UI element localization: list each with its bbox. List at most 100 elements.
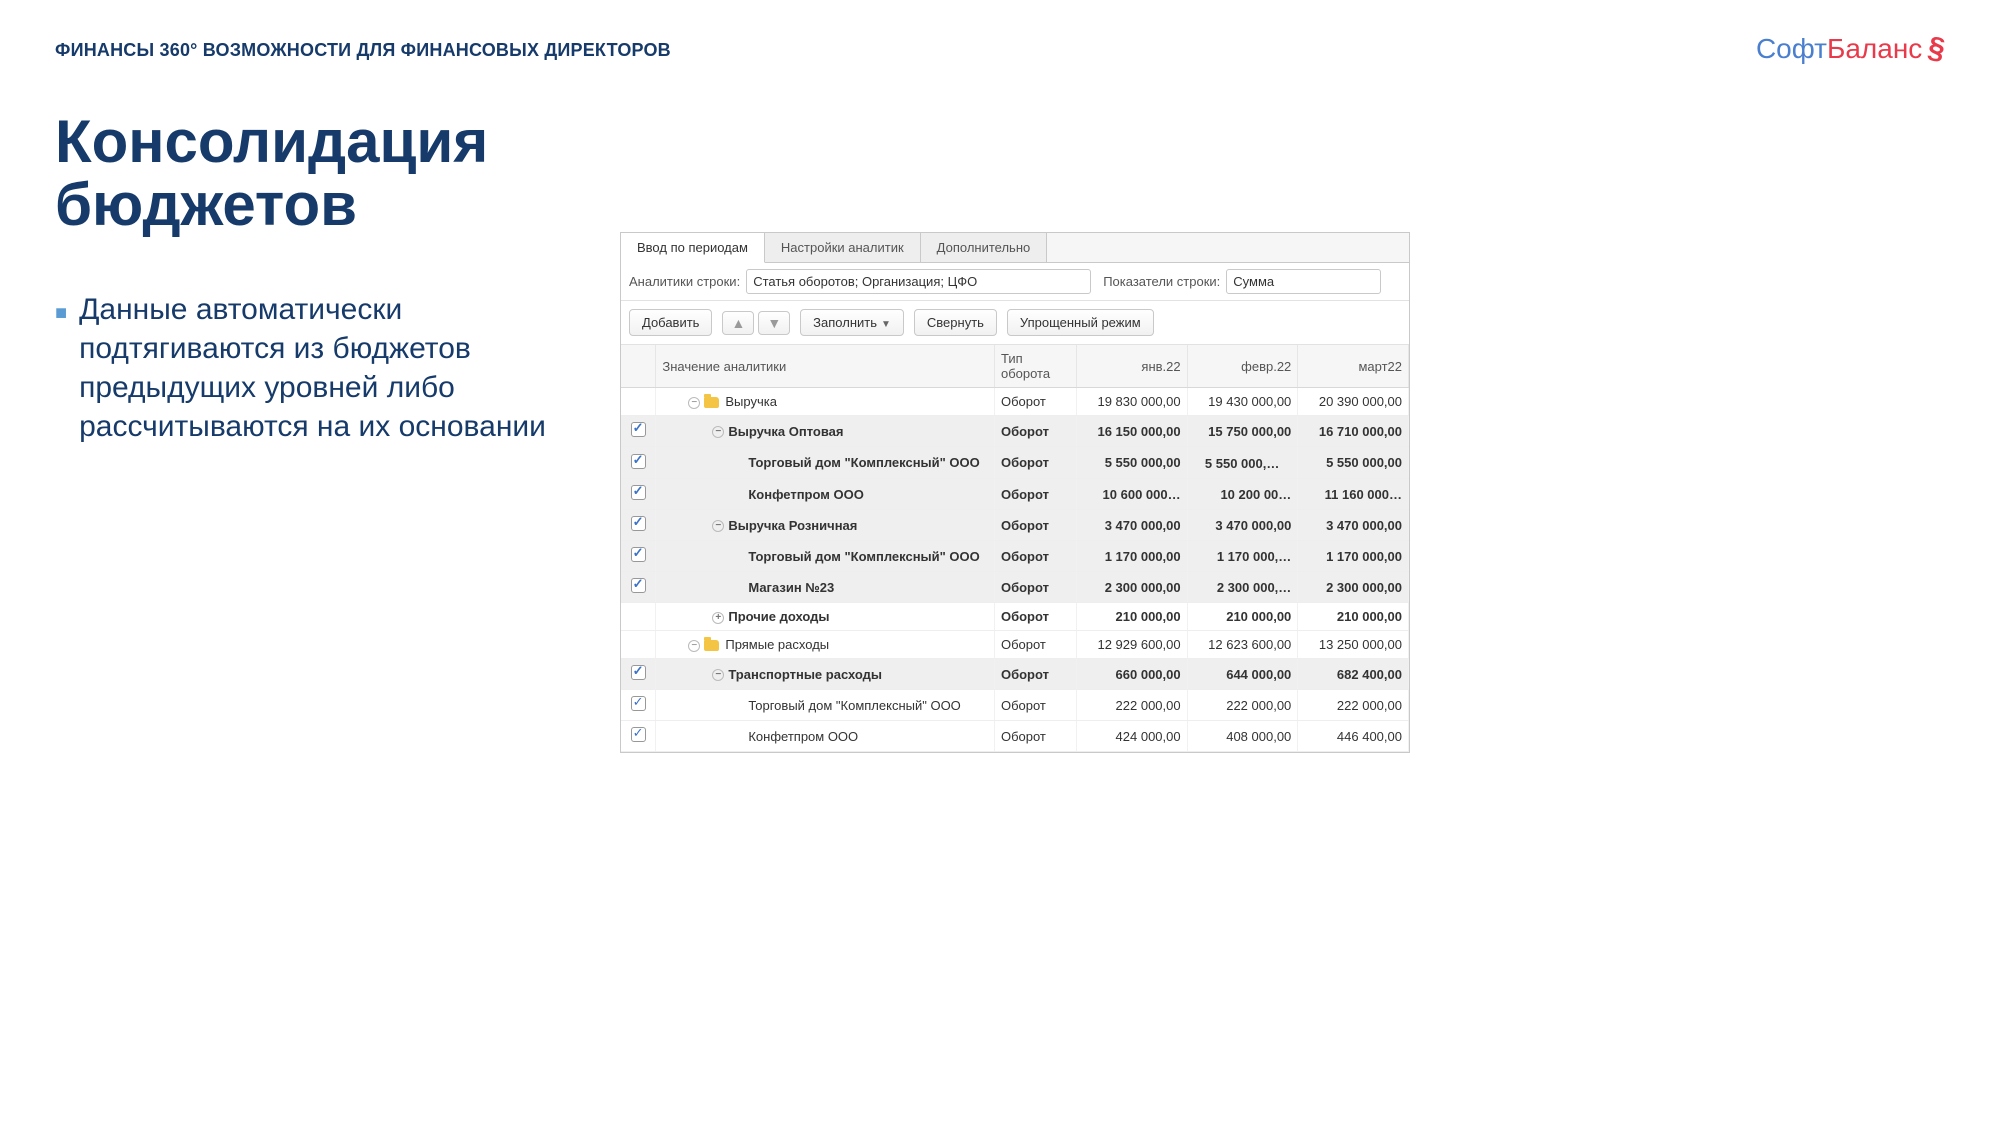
analytic-name-cell[interactable]: Магазин №23 <box>656 572 995 603</box>
value-cell-m1[interactable]: 12 929 600,00 <box>1076 631 1187 659</box>
value-cell-m3[interactable]: 3 470 000,00 <box>1298 510 1409 541</box>
table-row[interactable]: Торговый дом "Комплексный" ООООборот5 55… <box>621 447 1409 479</box>
value-cell-m2[interactable]: 408 000,00 <box>1187 721 1298 752</box>
col-feb22[interactable]: февр.22 <box>1187 345 1298 388</box>
table-row[interactable]: −Прямые расходыОборот12 929 600,0012 623… <box>621 631 1409 659</box>
simple-mode-button[interactable]: Упрощенный режим <box>1007 309 1154 336</box>
collapse-button[interactable]: Свернуть <box>914 309 997 336</box>
checkbox-icon[interactable] <box>631 665 646 680</box>
analytic-name-cell[interactable]: −Выручка Оптовая <box>656 416 995 447</box>
checkbox-cell[interactable] <box>621 479 656 510</box>
col-analytic-value[interactable]: Значение аналитики <box>656 345 995 388</box>
analytic-name-cell[interactable]: Торговый дом "Комплексный" ООО <box>656 447 995 479</box>
value-cell-m2[interactable]: 15 750 000,00 <box>1187 416 1298 447</box>
analytic-name-cell[interactable]: +Прочие доходы <box>656 603 995 631</box>
analytic-name-cell[interactable]: Конфетпром ООО <box>656 721 995 752</box>
value-cell-m2[interactable]: 1 170 000,… <box>1187 541 1298 572</box>
value-cell-m1[interactable]: 1 170 000,00 <box>1076 541 1187 572</box>
value-cell-m1[interactable]: 3 470 000,00 <box>1076 510 1187 541</box>
value-cell-m3[interactable]: 446 400,00 <box>1298 721 1409 752</box>
table-row[interactable]: −Транспортные расходыОборот660 000,00644… <box>621 659 1409 690</box>
collapse-icon[interactable]: − <box>712 669 724 681</box>
checkbox-icon[interactable] <box>631 485 646 500</box>
table-row[interactable]: Торговый дом "Комплексный" ООООборот222 … <box>621 690 1409 721</box>
value-cell-m2[interactable]: 10 200 00… <box>1187 479 1298 510</box>
checkbox-cell[interactable] <box>621 541 656 572</box>
value-cell-m1[interactable]: 19 830 000,00 <box>1076 388 1187 416</box>
tab-analytics-settings[interactable]: Настройки аналитик <box>765 233 921 262</box>
table-row[interactable]: −ВыручкаОборот19 830 000,0019 430 000,00… <box>621 388 1409 416</box>
table-row[interactable]: −Выручка ОптоваяОборот16 150 000,0015 75… <box>621 416 1409 447</box>
value-cell-m3[interactable]: 1 170 000,00 <box>1298 541 1409 572</box>
col-jan22[interactable]: янв.22 <box>1076 345 1187 388</box>
tab-periods[interactable]: Ввод по периодам <box>621 233 765 263</box>
add-button[interactable]: Добавить <box>629 309 712 336</box>
row-analytics-input[interactable] <box>746 269 1091 294</box>
analytic-name-cell[interactable]: Торговый дом "Комплексный" ООО <box>656 690 995 721</box>
move-down-button[interactable]: ▼ <box>758 311 790 335</box>
value-cell-m2[interactable]: 12 623 600,00 <box>1187 631 1298 659</box>
expand-icon[interactable]: + <box>712 612 724 624</box>
value-cell-m1[interactable]: 2 300 000,00 <box>1076 572 1187 603</box>
analytic-name-cell[interactable]: −Прямые расходы <box>656 631 995 659</box>
checkbox-icon[interactable] <box>631 547 646 562</box>
checkbox-cell[interactable] <box>621 690 656 721</box>
value-cell-m3[interactable]: 13 250 000,00 <box>1298 631 1409 659</box>
checkbox-cell[interactable] <box>621 572 656 603</box>
col-turnover-type[interactable]: Тип оборота <box>994 345 1076 388</box>
checkbox-cell[interactable] <box>621 510 656 541</box>
checkbox-cell[interactable] <box>621 721 656 752</box>
value-cell-m3[interactable]: 682 400,00 <box>1298 659 1409 690</box>
value-cell-m1[interactable]: 210 000,00 <box>1076 603 1187 631</box>
value-cell-m3[interactable]: 16 710 000,00 <box>1298 416 1409 447</box>
value-cell-m3[interactable]: 11 160 000… <box>1298 479 1409 510</box>
value-cell-m1[interactable]: 424 000,00 <box>1076 721 1187 752</box>
value-cell-m2[interactable]: 5 550 000,…ﾠ <box>1187 447 1298 479</box>
checkbox-icon[interactable] <box>631 454 646 469</box>
checkbox-icon[interactable] <box>631 422 646 437</box>
row-indicators-input[interactable] <box>1226 269 1381 294</box>
value-cell-m3[interactable]: 210 000,00 <box>1298 603 1409 631</box>
checkbox-cell[interactable] <box>621 631 656 659</box>
value-cell-m3[interactable]: 5 550 000,00 <box>1298 447 1409 479</box>
analytic-name-cell[interactable]: Конфетпром ООО <box>656 479 995 510</box>
table-row[interactable]: −Выручка РозничнаяОборот3 470 000,003 47… <box>621 510 1409 541</box>
col-mar22[interactable]: март22 <box>1298 345 1409 388</box>
checkbox-icon[interactable] <box>631 516 646 531</box>
table-row[interactable]: +Прочие доходыОборот210 000,00210 000,00… <box>621 603 1409 631</box>
collapse-icon[interactable]: − <box>688 640 700 652</box>
value-cell-m2[interactable]: 3 470 000,00 <box>1187 510 1298 541</box>
value-cell-m1[interactable]: 10 600 000… <box>1076 479 1187 510</box>
collapse-icon[interactable]: − <box>712 520 724 532</box>
analytic-name-cell[interactable]: −Выручка <box>656 388 995 416</box>
fill-button[interactable]: Заполнить▼ <box>800 309 904 336</box>
value-cell-m3[interactable]: 2 300 000,00 <box>1298 572 1409 603</box>
value-cell-m1[interactable]: 660 000,00 <box>1076 659 1187 690</box>
table-row[interactable]: Торговый дом "Комплексный" ООООборот1 17… <box>621 541 1409 572</box>
value-cell-m1[interactable]: 5 550 000,00 <box>1076 447 1187 479</box>
value-cell-m1[interactable]: 16 150 000,00 <box>1076 416 1187 447</box>
value-cell-m2[interactable]: 644 000,00 <box>1187 659 1298 690</box>
table-row[interactable]: Магазин №23Оборот2 300 000,002 300 000,…… <box>621 572 1409 603</box>
checkbox-icon[interactable] <box>631 727 646 742</box>
value-cell-m2[interactable]: 2 300 000,… <box>1187 572 1298 603</box>
table-row[interactable]: Конфетпром ООООборот424 000,00408 000,00… <box>621 721 1409 752</box>
collapse-icon[interactable]: − <box>712 426 724 438</box>
collapse-icon[interactable]: − <box>688 397 700 409</box>
value-cell-m2[interactable]: 210 000,00 <box>1187 603 1298 631</box>
analytic-name-cell[interactable]: −Транспортные расходы <box>656 659 995 690</box>
checkbox-cell[interactable] <box>621 416 656 447</box>
checkbox-icon[interactable] <box>631 578 646 593</box>
tab-additional[interactable]: Дополнительно <box>921 233 1048 262</box>
checkbox-cell[interactable] <box>621 447 656 479</box>
checkbox-cell[interactable] <box>621 659 656 690</box>
checkbox-cell[interactable] <box>621 603 656 631</box>
value-cell-m3[interactable]: 222 000,00 <box>1298 690 1409 721</box>
move-up-button[interactable]: ▲ <box>722 311 754 335</box>
checkbox-cell[interactable] <box>621 388 656 416</box>
analytic-name-cell[interactable]: Торговый дом "Комплексный" ООО <box>656 541 995 572</box>
checkbox-icon[interactable] <box>631 696 646 711</box>
analytic-name-cell[interactable]: −Выручка Розничная <box>656 510 995 541</box>
value-cell-m2[interactable]: 19 430 000,00 <box>1187 388 1298 416</box>
value-cell-m1[interactable]: 222 000,00 <box>1076 690 1187 721</box>
